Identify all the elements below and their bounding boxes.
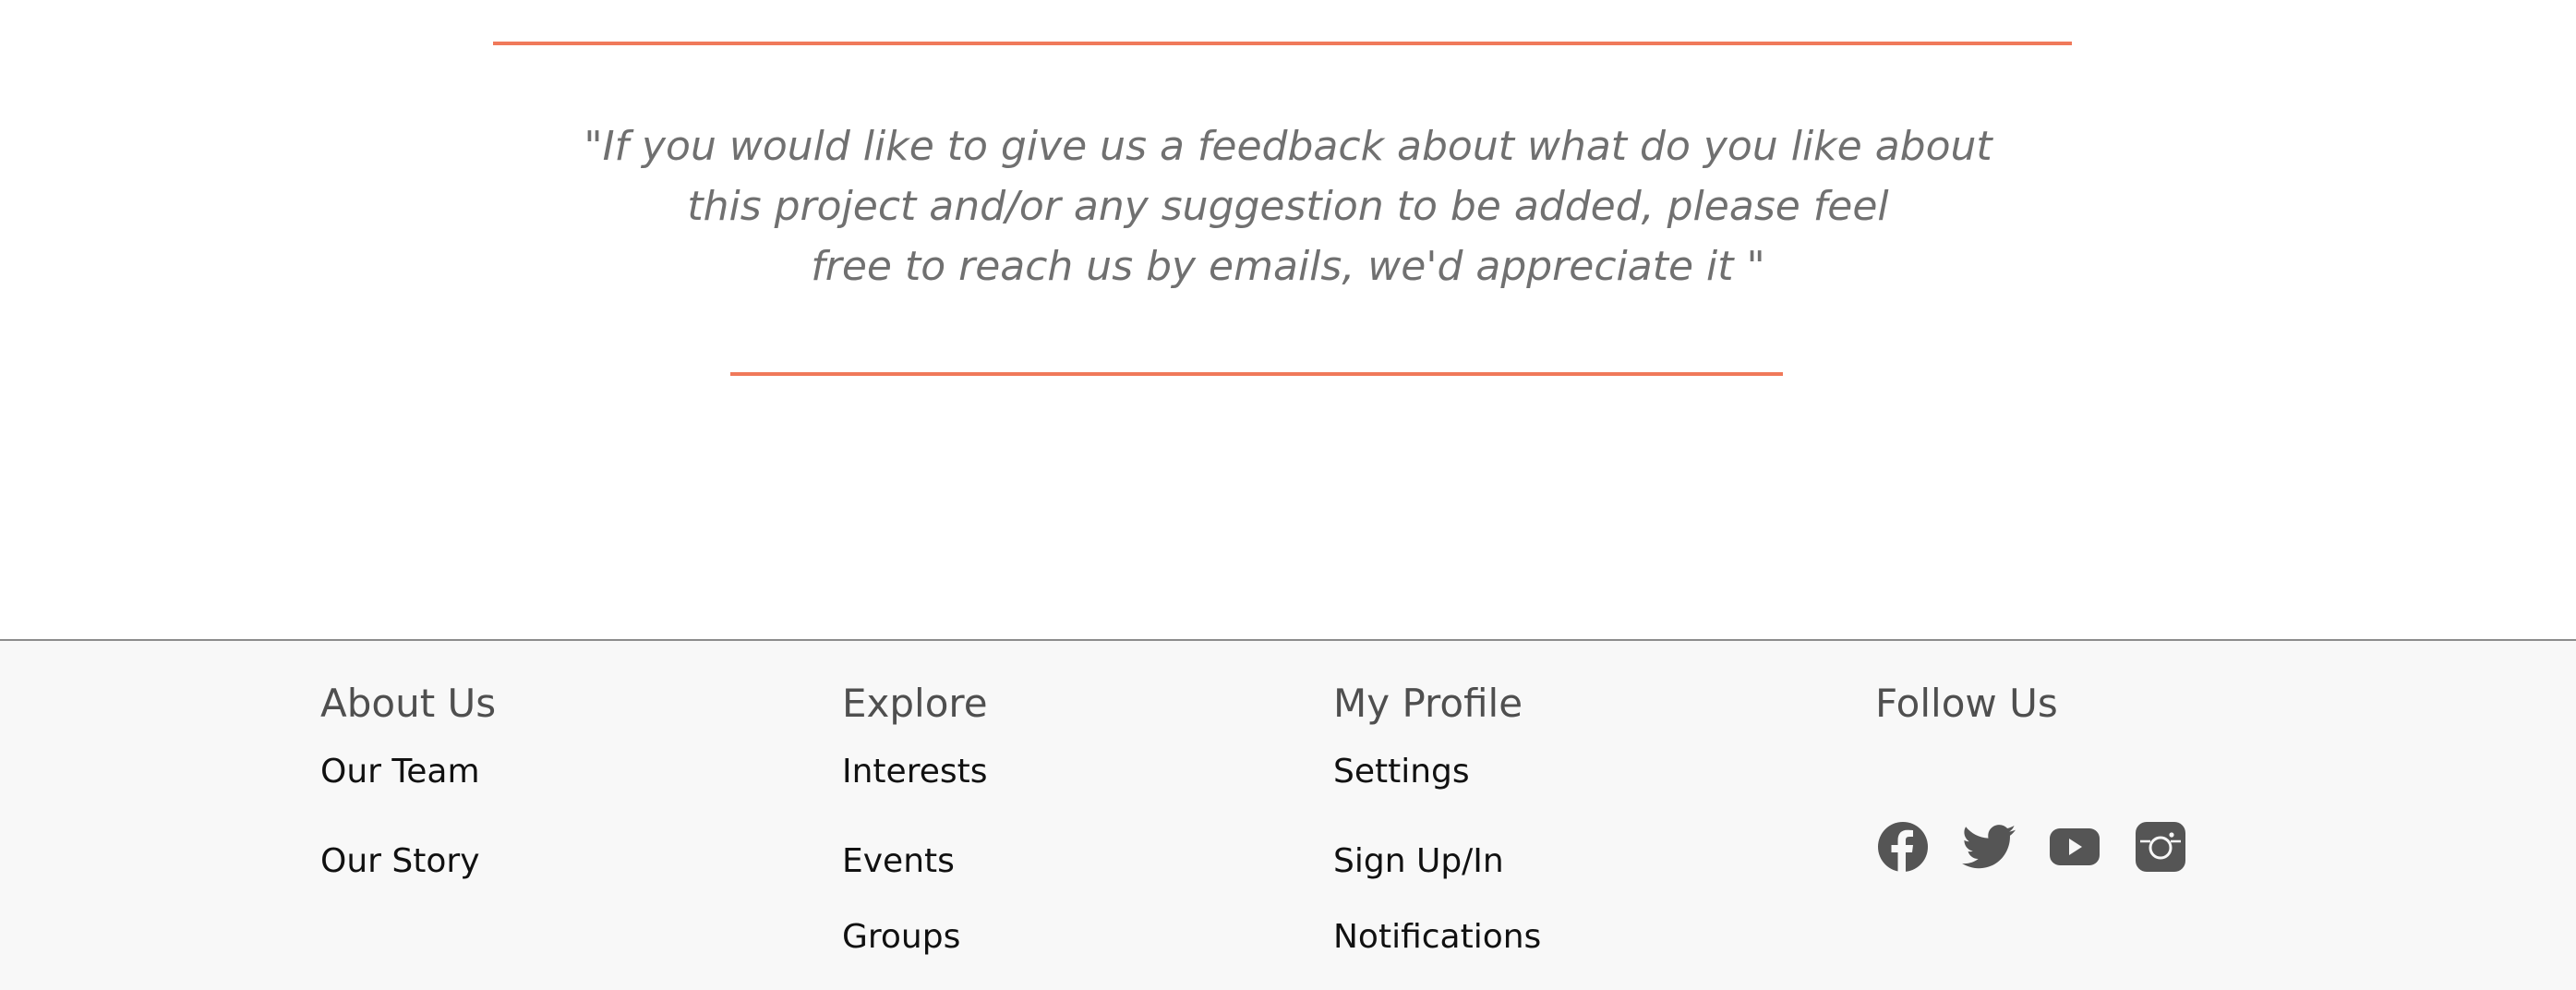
- footer-links-profile: Settings Sign Up/In Notifications: [1333, 748, 1541, 975]
- instagram-icon[interactable]: [2134, 820, 2187, 874]
- footer-heading-follow: Follow Us: [1875, 681, 2058, 726]
- facebook-icon[interactable]: [1876, 820, 1930, 874]
- footer-column-follow: Follow Us: [1875, 678, 2058, 730]
- footer-link-sign-up-in[interactable]: Sign Up/In: [1333, 824, 1541, 899]
- feedback-quote: "If you would like to give us a feedback…: [365, 116, 2211, 296]
- site-footer: About Us Our Team Our Story Explore Inte…: [0, 639, 2576, 990]
- footer-heading-explore: Explore: [842, 681, 988, 726]
- footer-link-notifications[interactable]: Notifications: [1333, 899, 1541, 975]
- quote-line-1: "If you would like to give us a feedback…: [584, 123, 1992, 170]
- footer-column-explore: Explore Interests Events Groups: [842, 678, 988, 975]
- quote-line-3: free to reach us by emails, we'd appreci…: [811, 243, 1765, 290]
- footer-link-settings[interactable]: Settings: [1333, 748, 1541, 824]
- footer-link-events[interactable]: Events: [842, 824, 988, 899]
- twitter-icon[interactable]: [1962, 820, 2016, 874]
- footer-link-our-story[interactable]: Our Story: [320, 824, 496, 899]
- youtube-icon[interactable]: [2048, 820, 2101, 874]
- footer-links-about: Our Team Our Story: [320, 748, 496, 899]
- page: "If you would like to give us a feedback…: [0, 0, 2576, 990]
- quote-line-2: this project and/or any suggestion to be…: [687, 183, 1889, 230]
- footer-heading-about: About Us: [320, 681, 497, 726]
- footer-link-our-team[interactable]: Our Team: [320, 748, 496, 824]
- social-links: [1876, 820, 2187, 874]
- footer-link-interests[interactable]: Interests: [842, 748, 988, 824]
- top-divider: [493, 42, 2072, 45]
- footer-heading-profile: My Profile: [1333, 681, 1523, 726]
- footer-links-explore: Interests Events Groups: [842, 748, 988, 975]
- bottom-divider: [730, 372, 1783, 376]
- footer-column-profile: My Profile Settings Sign Up/In Notificat…: [1333, 678, 1541, 975]
- footer-column-about: About Us Our Team Our Story: [320, 678, 496, 899]
- footer-link-groups[interactable]: Groups: [842, 899, 988, 975]
